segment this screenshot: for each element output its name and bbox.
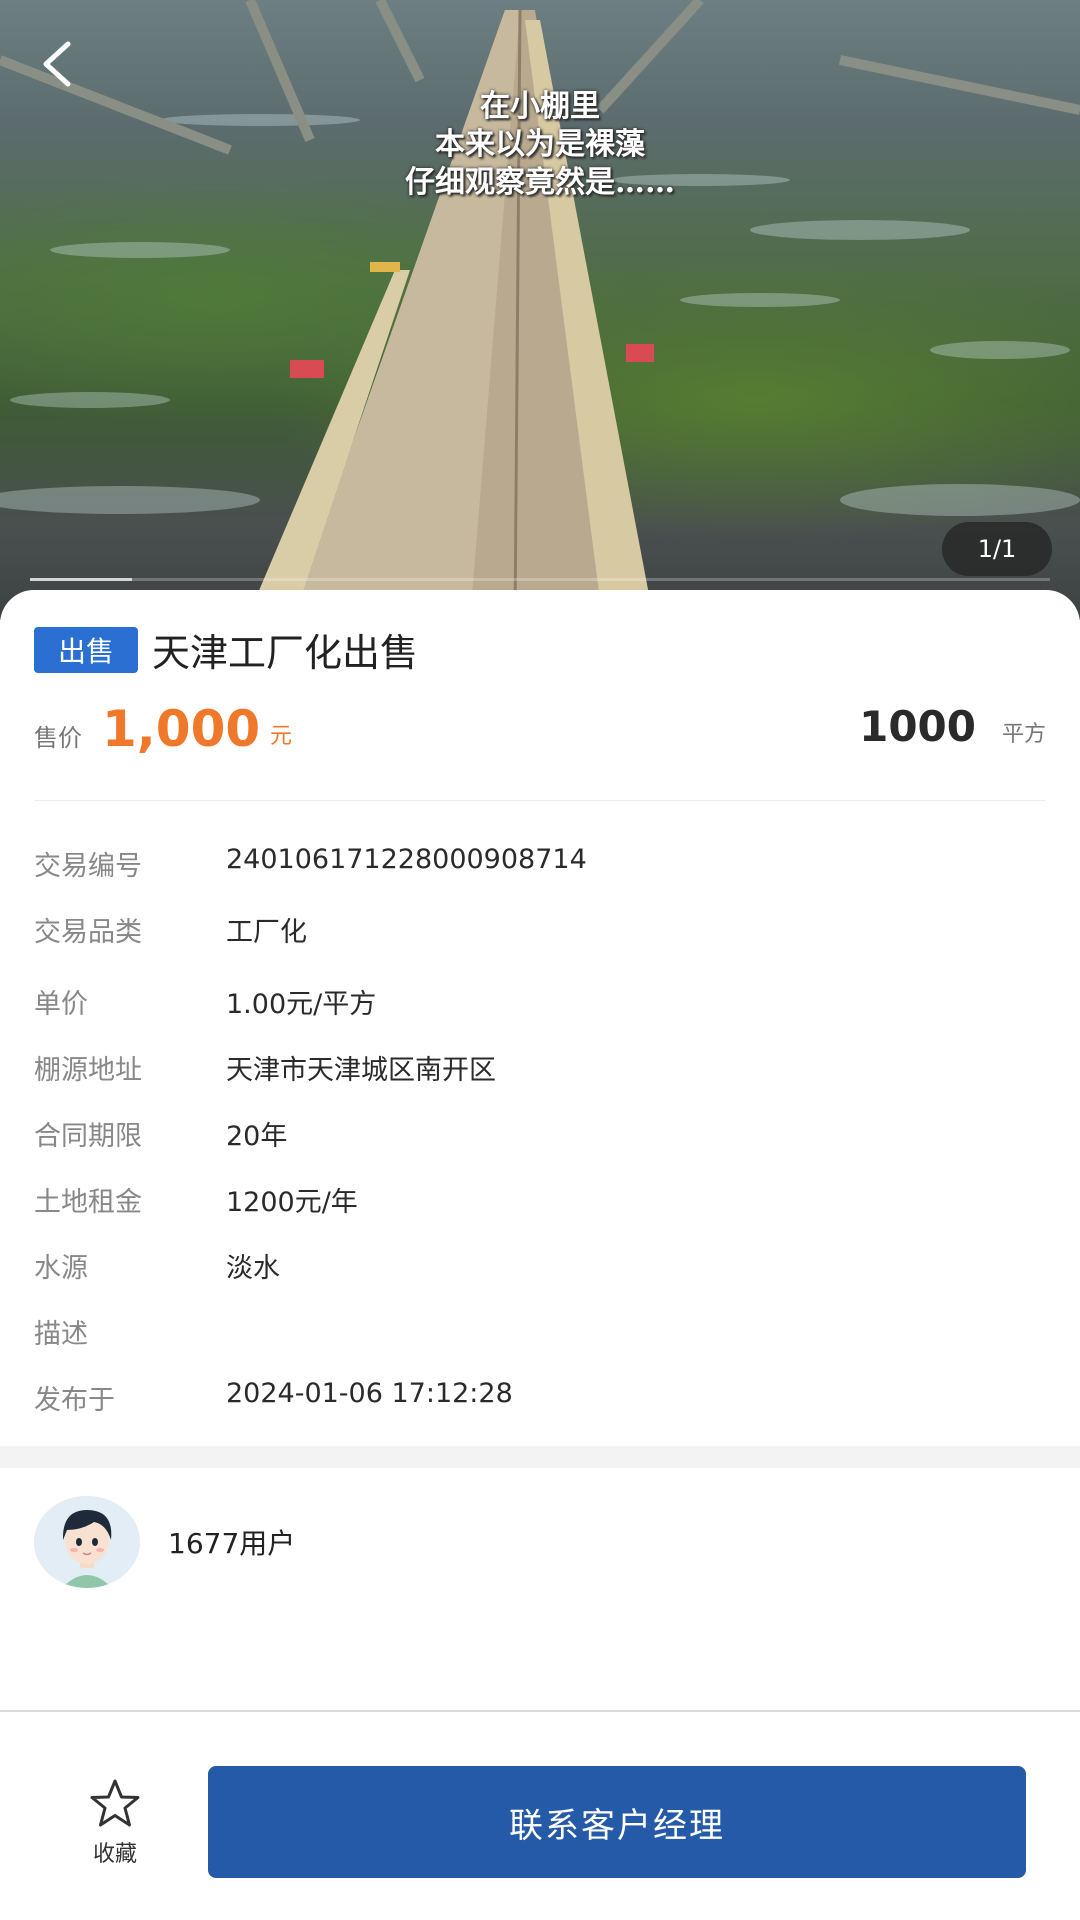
contact-manager-button[interactable]: 联系客户经理	[208, 1766, 1026, 1878]
price-unit: 元	[270, 724, 293, 749]
video-caption: 在小棚里 本来以为是裸藻 仔细观察竟然是……	[0, 88, 1080, 202]
info-row-unit-price: 单价 1.00元/平方	[34, 968, 1046, 1034]
info-row-trade-id: 交易编号 24010617122800090871​4	[34, 830, 1046, 896]
area-unit: 平方	[1001, 722, 1046, 747]
info-row-description: 描述	[34, 1298, 1046, 1364]
listing-card: 出售 天津工厂化出售 售价 1,000 元 1000 平方 交易编号 24010…	[0, 590, 1080, 1450]
bottom-action-bar: 收藏 联系客户经理	[0, 1712, 1080, 1920]
info-row-published-at: 发布于 2024-01-06 17:12:28	[34, 1364, 1046, 1430]
video-caption-line: 在小棚里	[480, 89, 600, 124]
star-icon	[90, 1779, 140, 1827]
info-value: 20年	[226, 1121, 288, 1152]
info-row-water-source: 水源 淡水	[34, 1232, 1046, 1298]
listing-title: 天津工厂化出售	[152, 631, 419, 675]
info-key: 土地租金	[34, 1187, 142, 1218]
info-value: 工厂化	[226, 917, 307, 948]
back-arrow-icon	[43, 41, 71, 87]
info-key: 合同期限	[34, 1121, 142, 1152]
favorite-label: 收藏	[92, 1842, 137, 1867]
info-value: 淡水	[226, 1253, 280, 1284]
hero-media[interactable]: 在小棚里 本来以为是裸藻 仔细观察竟然是…… 1/1	[0, 0, 1080, 620]
area-value: 1000	[859, 702, 976, 751]
favorite-button[interactable]: 收藏	[70, 1778, 160, 1878]
info-value: 2024-01-06 17:12:28	[226, 1378, 513, 1409]
listing-detail-page: 在小棚里 本来以为是裸藻 仔细观察竟然是…… 1/1 出售 天津工厂化出售 售价…	[0, 0, 1080, 1920]
info-key: 描述	[34, 1319, 88, 1350]
media-progress-fill	[30, 578, 132, 581]
title-row: 出售 天津工厂化出售	[34, 622, 418, 677]
avatar-icon	[34, 1496, 140, 1588]
divider	[34, 800, 1046, 801]
info-value: 24010617122800090871​4	[226, 844, 587, 875]
avatar[interactable]	[34, 1496, 140, 1588]
info-value: 天津市天津城区南开区	[226, 1055, 496, 1086]
video-caption-line: 本来以为是裸藻	[435, 127, 645, 162]
price-value: 1,000	[102, 700, 261, 758]
info-key: 交易编号	[34, 851, 142, 882]
info-value: 1200元/年	[226, 1187, 358, 1218]
info-row-category: 交易品类 工厂化	[34, 896, 1046, 968]
info-list: 交易编号 24010617122800090871​4 交易品类 工厂化 单价 …	[34, 830, 1046, 1430]
media-progress-bar	[30, 578, 1050, 581]
video-caption-line: 仔细观察竟然是……	[405, 165, 675, 200]
info-key: 单价	[34, 989, 88, 1020]
info-row-contract-term: 合同期限 20年	[34, 1100, 1046, 1166]
media-counter: 1/1	[942, 522, 1052, 576]
section-separator	[0, 1446, 1080, 1468]
publisher-name: 1677用户	[168, 1527, 296, 1560]
info-key: 水源	[34, 1253, 88, 1284]
info-key: 交易品类	[34, 917, 142, 948]
info-row-address: 棚源地址 天津市天津城区南开区	[34, 1034, 1046, 1100]
info-row-land-rent: 土地租金 1200元/年	[34, 1166, 1046, 1232]
info-value: 1.00元/平方	[226, 989, 377, 1020]
publisher-row[interactable]: 1677用户	[34, 1496, 295, 1588]
price-row: 售价 1,000 元 1000 平方	[34, 700, 1046, 760]
info-key: 棚源地址	[34, 1055, 142, 1086]
price-label: 售价	[34, 724, 82, 752]
sale-badge: 出售	[34, 626, 138, 673]
info-key: 发布于	[34, 1385, 115, 1416]
